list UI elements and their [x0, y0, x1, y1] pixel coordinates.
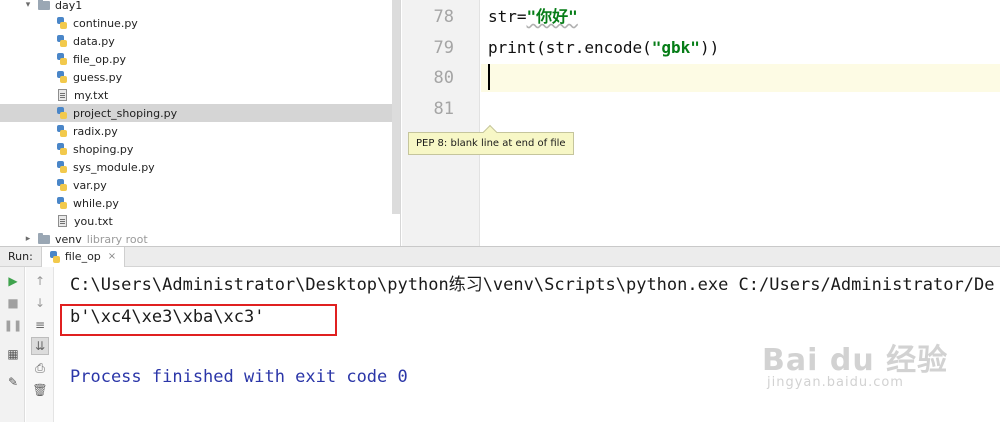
tree-file-continue[interactable]: continue.py [0, 14, 392, 32]
run-toolbar-left: ▶ ■ ❚❚ ▦ ✎ [0, 267, 25, 422]
restore-layout-icon[interactable]: ▦ [4, 345, 22, 363]
library-root-hint: library root [86, 232, 148, 246]
tree-file-while[interactable]: while.py [0, 194, 392, 212]
tree-file-label: project_shoping.py [73, 106, 178, 120]
folder-icon [38, 0, 50, 10]
run-panel-title: Run: [8, 250, 33, 263]
python-file-icon [57, 35, 67, 47]
tree-folder-label: venv [55, 232, 82, 246]
print-icon[interactable]: ⎙ [31, 359, 49, 377]
tree-file-data[interactable]: data.py [0, 32, 392, 50]
line-number: 80 [433, 68, 454, 88]
arrow-down-icon[interactable]: ↓ [31, 294, 49, 312]
inspection-tooltip: PEP 8: blank line at end of file [408, 132, 574, 155]
code-line-78[interactable]: str="你好" [488, 2, 578, 32]
tree-file-my-txt[interactable]: my.txt [0, 86, 392, 104]
code-line-79[interactable]: print(str.encode("gbk")) [488, 33, 719, 63]
tree-scrollbar[interactable] [392, 0, 400, 214]
tree-file-guess[interactable]: guess.py [0, 68, 392, 86]
arrow-up-icon[interactable]: ↑ [31, 272, 49, 290]
text-file-icon [58, 89, 67, 101]
watermark-brand: Bai du 经验 [762, 343, 949, 378]
chevron-down-icon[interactable]: ▾ [22, 0, 34, 10]
tree-file-label: var.py [73, 178, 107, 192]
pause-icon[interactable]: ❚❚ [4, 316, 22, 334]
chevron-right-icon[interactable]: ▸ [22, 234, 34, 244]
tree-file-label: you.txt [74, 214, 113, 228]
console-command-line: C:\Users\Administrator\Desktop\python练习\… [70, 275, 995, 295]
project-tree-panel: ▾ day1 continue.py data.py file_op.py gu… [0, 0, 401, 246]
code-text: print(str.encode( [488, 38, 652, 57]
python-file-icon [57, 17, 67, 29]
tree-file-label: sys_module.py [73, 160, 155, 174]
rerun-icon[interactable]: ▶ [4, 272, 22, 290]
text-caret [488, 64, 490, 90]
python-file-icon [57, 161, 67, 173]
run-tab-file-op[interactable]: file_op × [40, 246, 126, 267]
scroll-to-end-icon[interactable]: ⇊ [31, 337, 49, 355]
code-editor[interactable]: 78 79 80 81 str="你好" print(str.encode("g… [402, 0, 1000, 246]
tree-file-you-txt[interactable]: you.txt [0, 212, 392, 230]
folder-icon [38, 232, 50, 244]
console-finished-line: Process finished with exit code 0 [70, 367, 408, 387]
string-literal: "gbk" [651, 38, 700, 57]
tree-file-label: guess.py [73, 70, 123, 84]
line-number: 78 [433, 7, 454, 27]
tree-file-label: data.py [73, 34, 115, 48]
tree-file-label: my.txt [74, 88, 109, 102]
trash-icon[interactable]: 🗑 [31, 381, 49, 399]
tree-file-label: while.py [73, 196, 119, 210]
current-line-highlight [481, 64, 1000, 92]
python-file-icon [57, 71, 67, 83]
tree-file-file-op[interactable]: file_op.py [0, 50, 392, 68]
tree-file-label: file_op.py [73, 52, 126, 66]
tree-file-var[interactable]: var.py [0, 176, 392, 194]
run-panel-header: Run: file_op × [0, 246, 1000, 267]
watermark-url: jingyan.baidu.com [767, 375, 904, 390]
line-number: 81 [433, 99, 454, 119]
python-file-icon [57, 197, 67, 209]
tree-folder-venv[interactable]: ▸ venv library root [0, 230, 392, 246]
python-file-icon [57, 125, 67, 137]
python-file-icon [57, 143, 67, 155]
red-highlight-box [60, 304, 337, 336]
tree-file-shoping[interactable]: shoping.py [0, 140, 392, 158]
soft-wrap-icon[interactable]: ≡ [31, 316, 49, 334]
line-number: 79 [433, 38, 454, 58]
pin-icon[interactable]: ✎ [4, 373, 22, 391]
python-file-icon [49, 250, 60, 263]
text-file-icon [58, 215, 67, 227]
stop-icon[interactable]: ■ [4, 294, 22, 312]
string-literal: "你好" [526, 7, 578, 26]
tree-file-sys-module[interactable]: sys_module.py [0, 158, 392, 176]
tree-file-project-shoping[interactable]: project_shoping.py [0, 104, 392, 122]
tree-file-label: radix.py [73, 124, 118, 138]
python-file-icon [57, 179, 67, 191]
tree-file-radix[interactable]: radix.py [0, 122, 392, 140]
code-text: )) [699, 38, 720, 57]
python-file-icon [57, 53, 67, 65]
tree-folder-day1[interactable]: ▾ day1 [0, 0, 392, 14]
python-file-icon [57, 107, 67, 119]
run-toolbar-right: ↑ ↓ ≡ ⇊ ⎙ 🗑 [26, 267, 54, 422]
tree-file-label: continue.py [73, 16, 138, 30]
tree-file-label: shoping.py [73, 142, 134, 156]
tree-folder-label: day1 [55, 0, 83, 12]
line-number-gutter: 78 79 80 81 [402, 0, 480, 246]
close-icon[interactable]: × [108, 251, 116, 262]
baidu-jingyan-watermark: Bai du 经验 jingyan.baidu.com [762, 335, 949, 390]
code-text: str= [488, 7, 527, 26]
run-tab-label: file_op [64, 250, 101, 263]
